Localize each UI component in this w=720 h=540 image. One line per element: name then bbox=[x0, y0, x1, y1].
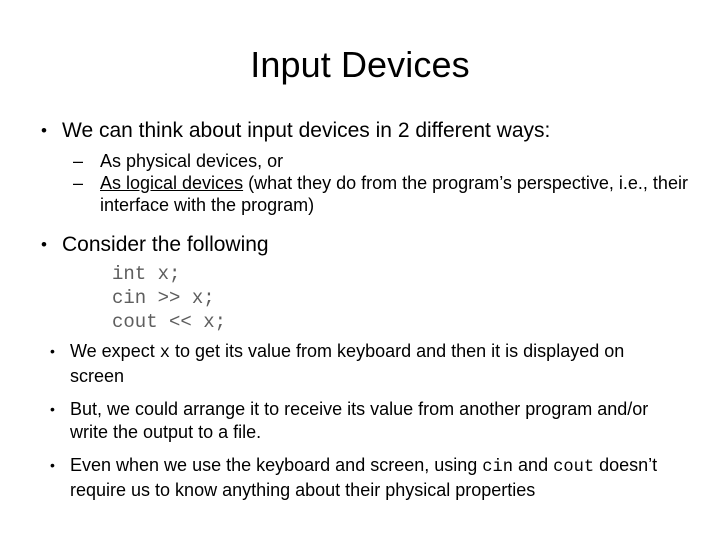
bullet-text-pre: Even when we use the keyboard and screen… bbox=[70, 455, 483, 475]
bullet-item-sub: – As physical devices, or bbox=[0, 150, 720, 172]
inline-code: cout bbox=[553, 458, 595, 477]
bullet-text-pre: We expect bbox=[70, 341, 160, 361]
inline-code: cin bbox=[482, 458, 514, 477]
bullet-item-primary: • Consider the following bbox=[0, 232, 720, 258]
code-block: int x; cin >> x; cout << x; bbox=[0, 262, 720, 334]
inline-code: x bbox=[159, 344, 170, 363]
slide-title: Input Devices bbox=[250, 44, 470, 85]
bullet-glyph-icon: • bbox=[50, 401, 55, 417]
bullet-item-sub: – As logical devices (what they do from … bbox=[0, 172, 720, 216]
code-line: int x; bbox=[112, 263, 181, 285]
bullet-text-mid: and bbox=[513, 455, 554, 475]
dash-glyph-icon: – bbox=[73, 173, 84, 193]
code-line: cin >> x; bbox=[112, 287, 215, 309]
bullet-glyph-icon: • bbox=[50, 343, 55, 359]
bullet-item-note: • But, we could arrange it to receive it… bbox=[0, 398, 720, 444]
dash-glyph-icon: – bbox=[73, 151, 84, 171]
bullet-glyph-icon: • bbox=[41, 121, 47, 140]
bullet-text: As logical devices (what they do from th… bbox=[100, 172, 720, 216]
bullet-glyph-icon: • bbox=[50, 457, 55, 473]
bullet-text: We can think about input devices in 2 di… bbox=[62, 119, 551, 142]
bullet-item-note: • We expect x to get its value from keyb… bbox=[0, 340, 720, 388]
bullet-text: We expect x to get its value from keyboa… bbox=[70, 340, 682, 388]
bullet-text: But, we could arrange it to receive its … bbox=[70, 399, 649, 442]
slide: Input Devices • We can think about input… bbox=[0, 0, 720, 540]
bullet-text: Consider the following bbox=[62, 233, 269, 256]
bullet-item-primary: • We can think about input devices in 2 … bbox=[0, 118, 720, 144]
bullet-text: Even when we use the keyboard and screen… bbox=[70, 454, 682, 502]
underlined-term: As logical devices bbox=[100, 173, 244, 193]
bullet-glyph-icon: • bbox=[41, 235, 47, 254]
bullet-item-note: • Even when we use the keyboard and scre… bbox=[0, 454, 720, 502]
bullet-text: As physical devices, or bbox=[100, 151, 284, 171]
code-line: cout << x; bbox=[112, 311, 227, 333]
slide-body: • We can think about input devices in 2 … bbox=[0, 118, 720, 502]
